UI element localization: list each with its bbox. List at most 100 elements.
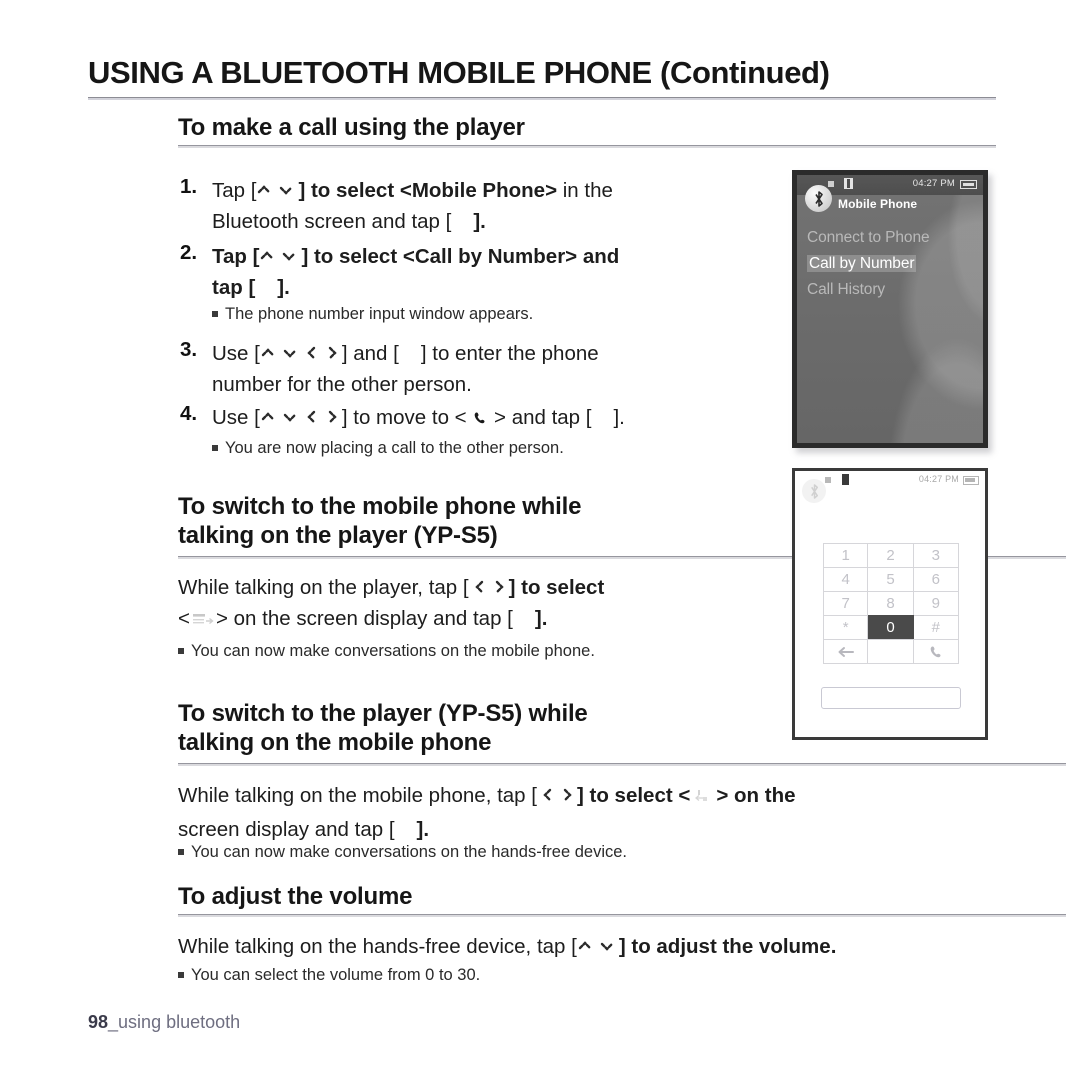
navkey-up-down-2 bbox=[259, 241, 301, 272]
step-number-2: 2. bbox=[180, 241, 198, 264]
device-keypad-screenshot: 04:27 PM 1 2 3 4 5 6 7 8 9 * 0 # bbox=[792, 468, 988, 740]
key-label: 0 bbox=[886, 619, 895, 636]
navkey-up-down-3 bbox=[577, 931, 619, 962]
section2-heading-line2: talking on the player (YP-S5) bbox=[178, 522, 498, 549]
section2-heading-line1: To switch to the mobile phone while bbox=[178, 493, 582, 520]
section3-body-line2-b: ]. bbox=[416, 818, 430, 841]
keypad-key-4[interactable]: 4 bbox=[823, 567, 869, 592]
step1-line2-b: ]. bbox=[473, 210, 486, 233]
step3-part-a: Use [ bbox=[212, 342, 260, 365]
step4-part-a: Use [ bbox=[212, 406, 260, 429]
step-text-4: Use [ ] to move to < > and tap []. bbox=[212, 402, 772, 435]
section3-body-c: > on the bbox=[716, 784, 796, 807]
keypad-key-2[interactable]: 2 bbox=[868, 543, 914, 568]
keypad-key-7[interactable]: 7 bbox=[823, 591, 869, 616]
step2-line2-a: tap [ bbox=[212, 276, 256, 299]
key-label: # bbox=[931, 619, 940, 636]
footer-page-number: 98 bbox=[88, 1012, 109, 1032]
step2-part-a: Tap [ bbox=[212, 245, 260, 268]
device-wallpaper bbox=[797, 175, 983, 443]
status-square-icon bbox=[828, 181, 834, 187]
section2-body-b: ] to select bbox=[508, 576, 605, 599]
battery-icon bbox=[963, 476, 979, 485]
section3-note-text: You can now make conversations on the ha… bbox=[191, 843, 627, 861]
section2-body-line2-a: < bbox=[178, 607, 190, 630]
section-heading-switch-to-player: To switch to the player (YP-S5) while ta… bbox=[178, 699, 778, 757]
keypad-key-3[interactable]: 3 bbox=[913, 543, 959, 568]
key-label: 6 bbox=[931, 571, 940, 588]
navkey-four-way-3 bbox=[260, 338, 342, 369]
navkey-left-right-2 bbox=[537, 780, 577, 811]
section-divider-3 bbox=[178, 763, 1066, 766]
bullet-square-icon bbox=[212, 445, 218, 451]
backspace-icon bbox=[836, 646, 856, 658]
bluetooth-badge-icon bbox=[805, 185, 832, 212]
step1-part-a: Tap [ bbox=[212, 179, 257, 202]
key-label: * bbox=[842, 619, 849, 636]
menu-item-connect-to-phone[interactable]: Connect to Phone bbox=[797, 227, 983, 249]
step1-target: <Mobile Phone> bbox=[399, 179, 558, 202]
keypad-key-0[interactable]: 0 bbox=[868, 615, 914, 640]
navkey-up-down-1 bbox=[256, 175, 298, 206]
bullet-square-icon bbox=[178, 648, 184, 654]
keypad-key-8[interactable]: 8 bbox=[868, 591, 914, 616]
device1-menu-list: Connect to Phone Call by Number Call His… bbox=[797, 227, 983, 305]
section4-body-b: ] to adjust the volume. bbox=[618, 935, 837, 958]
section2-note: You can now make conversations on the mo… bbox=[178, 640, 595, 662]
step-number-1: 1. bbox=[180, 175, 198, 198]
switch-to-player-icon bbox=[690, 783, 716, 814]
keypad-key-blank bbox=[868, 639, 914, 664]
page-title: USING A BLUETOOTH MOBILE PHONE (Continue… bbox=[88, 55, 830, 90]
section3-heading-line1: To switch to the player (YP-S5) while bbox=[178, 700, 588, 727]
title-divider bbox=[88, 97, 996, 100]
keypad-key-star[interactable]: * bbox=[823, 615, 869, 640]
keypad-key-backspace[interactable] bbox=[823, 639, 869, 664]
keypad-key-hash[interactable]: # bbox=[913, 615, 959, 640]
step1-line2-a: Bluetooth screen and tap [ bbox=[212, 210, 452, 233]
bullet-square-icon bbox=[178, 972, 184, 978]
footer-separator: _ bbox=[108, 1012, 119, 1032]
section3-body: While talking on the mobile phone, tap [… bbox=[178, 780, 1008, 845]
keypad-key-1[interactable]: 1 bbox=[823, 543, 869, 568]
section4-note-text: You can select the volume from 0 to 30. bbox=[191, 966, 481, 984]
section-heading-adjust-volume: To adjust the volume bbox=[178, 883, 413, 910]
step3-line2: number for the other person. bbox=[212, 373, 472, 396]
step2-part-b: ] to select bbox=[301, 245, 403, 268]
keypad-key-9[interactable]: 9 bbox=[913, 591, 959, 616]
footer-section-label: using bluetooth bbox=[118, 1012, 241, 1032]
key-label: 5 bbox=[886, 571, 895, 588]
step4-part-d: ]. bbox=[613, 406, 625, 429]
step4-part-b: ] to move to < bbox=[341, 406, 473, 429]
step1-part-b: ] to select bbox=[298, 179, 400, 202]
keypad-key-6[interactable]: 6 bbox=[913, 567, 959, 592]
section3-body-b: ] to select < bbox=[576, 784, 691, 807]
key-label: 9 bbox=[931, 595, 940, 612]
section-divider-1 bbox=[178, 145, 996, 148]
step4-part-c: > and tap [ bbox=[488, 406, 592, 429]
section4-note: You can select the volume from 0 to 30. bbox=[178, 964, 480, 986]
step-number-4: 4. bbox=[180, 402, 198, 425]
section3-heading-line2: talking on the mobile phone bbox=[178, 729, 492, 756]
keypad-key-call[interactable] bbox=[913, 639, 959, 664]
phone-number-input[interactable] bbox=[821, 687, 961, 709]
menu-item-call-history[interactable]: Call History bbox=[797, 279, 983, 301]
step2-target: <Call by Number> bbox=[402, 245, 578, 268]
step2-part-c: and bbox=[577, 245, 620, 268]
step-text-1: Tap [] to select <Mobile Phone> in the B… bbox=[212, 175, 732, 237]
section4-body-a: While talking on the hands-free device, … bbox=[178, 935, 577, 958]
keypad-key-5[interactable]: 5 bbox=[868, 567, 914, 592]
step-text-2: Tap [ ] to select <Call by Number> and ta… bbox=[212, 241, 742, 303]
device-menu-screenshot: 04:27 PM Mobile Phone Connect to Phone C… bbox=[792, 170, 988, 448]
menu-item-label: Connect to Phone bbox=[807, 229, 930, 246]
section2-note-text: You can now make conversations on the mo… bbox=[191, 642, 595, 660]
step3-part-c: ] to enter the phone bbox=[420, 342, 599, 365]
call-icon bbox=[472, 404, 488, 435]
step3-part-b: ] and [ bbox=[341, 342, 399, 365]
status-bluetooth-icon bbox=[844, 178, 853, 189]
menu-item-call-by-number[interactable]: Call by Number bbox=[797, 253, 983, 275]
step-number-3: 3. bbox=[180, 338, 198, 361]
section-heading-switch-to-phone: To switch to the mobile phone while talk… bbox=[178, 492, 778, 550]
section2-body: While talking on the player, tap [] to s… bbox=[178, 572, 778, 637]
call-icon bbox=[928, 644, 944, 660]
dial-keypad: 1 2 3 4 5 6 7 8 9 * 0 # bbox=[823, 543, 959, 664]
